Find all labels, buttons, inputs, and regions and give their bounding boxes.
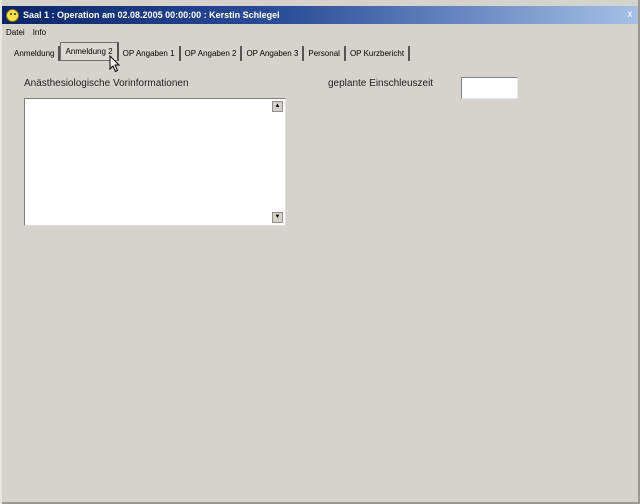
smiley-app-icon <box>6 8 19 22</box>
close-icon[interactable]: x <box>624 8 636 21</box>
anaesthesia-info-label: Anästhesiologische Vorinformationen <box>24 78 189 89</box>
app-window: Saal 1 : Operation am 02.08.2005 00:00:0… <box>0 0 640 504</box>
tab-op-kurzbericht[interactable]: OP Kurzbericht <box>346 46 411 61</box>
mouse-cursor-icon <box>109 55 121 73</box>
tab-anmeldung[interactable]: Anmeldung <box>10 46 61 61</box>
planned-entry-time-label: geplante Einschleuszeit <box>328 78 434 89</box>
tab-op-angaben-3[interactable]: OP Angaben 3 <box>242 46 305 61</box>
menu-datei[interactable]: Datei <box>6 28 25 37</box>
scroll-up-icon[interactable]: ▲ <box>272 101 283 112</box>
menu-bar: Datei Info <box>2 26 50 38</box>
tab-personal[interactable]: Personal <box>304 46 346 61</box>
tab-strip: Anmeldung Anmeldung 2 OP Angaben 1 OP An… <box>10 42 411 61</box>
anaesthesia-info-textarea[interactable]: ▲ ▼ <box>24 98 286 226</box>
tab-op-angaben-1[interactable]: OP Angaben 1 <box>119 46 181 61</box>
scroll-down-icon[interactable]: ▼ <box>272 212 283 223</box>
tab-op-angaben-2[interactable]: OP Angaben 2 <box>181 46 243 61</box>
window-title: Saal 1 : Operation am 02.08.2005 00:00:0… <box>23 10 280 20</box>
planned-entry-time-input[interactable] <box>461 77 518 99</box>
title-bar[interactable]: Saal 1 : Operation am 02.08.2005 00:00:0… <box>2 6 638 24</box>
menu-info[interactable]: Info <box>33 28 46 37</box>
